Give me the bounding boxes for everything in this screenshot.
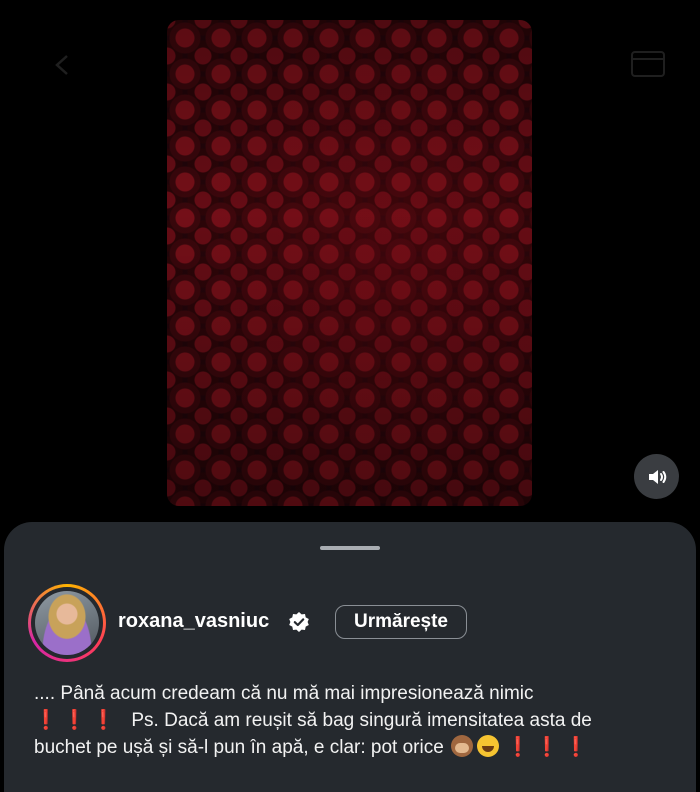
see-no-evil-monkey-emoji — [451, 735, 474, 757]
post-caption: .... Până acum credeam că nu mă mai impr… — [34, 680, 684, 761]
caption-line-3: buchet pe ușă și să-l pun în apă, e clar… — [34, 734, 684, 761]
sheet-drag-handle[interactable] — [320, 546, 380, 550]
verified-badge-icon — [289, 612, 309, 632]
caption-line-2: ❗ ❗ ❗ Ps. Dacă am reușit să bag singură … — [34, 707, 684, 734]
caption-line-3-text: buchet pe ușă și să-l pun în apă, e clar… — [34, 737, 444, 758]
username[interactable]: roxana_vasniuc — [118, 610, 269, 633]
follow-button[interactable]: Urmărește — [335, 605, 467, 639]
calendar-icon[interactable] — [630, 48, 666, 78]
speaker-icon — [648, 469, 666, 484]
exclamation-marks: ❗ ❗ ❗ — [34, 710, 116, 731]
volume-button[interactable] — [634, 454, 679, 499]
avatar-frame — [31, 587, 103, 659]
reel-video-roses[interactable] — [167, 20, 532, 506]
post-info-sheet: roxana_vasniuc Urmărește .... Până acum … — [4, 522, 696, 792]
back-arrow-icon[interactable] — [52, 54, 74, 76]
avatar[interactable] — [35, 591, 99, 655]
story-ring[interactable] — [28, 584, 106, 662]
tears-of-joy-emoji — [477, 735, 500, 757]
exclamation-marks-end: ❗ ❗ ❗ — [506, 737, 588, 758]
caption-line-2-text: Ps. Dacă am reușit să bag singură imensi… — [131, 710, 592, 731]
caption-line-1: .... Până acum credeam că nu mă mai impr… — [34, 683, 534, 704]
